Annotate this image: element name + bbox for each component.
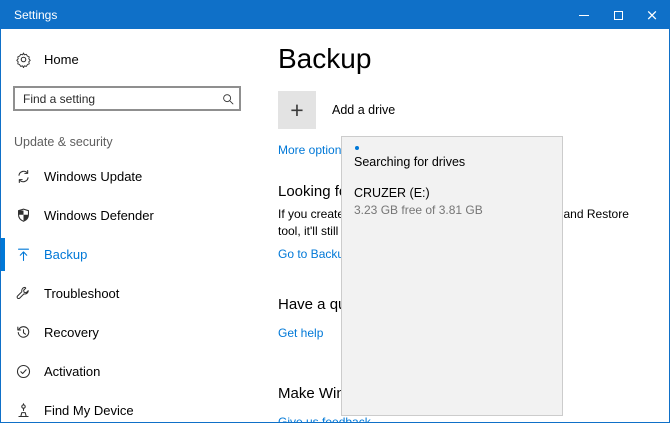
sidebar-item-label: Windows Update: [44, 169, 142, 184]
search-icon[interactable]: [217, 92, 239, 106]
sidebar-item-label: Home: [44, 52, 79, 67]
sidebar-item-label: Recovery: [44, 325, 99, 340]
more-options-link[interactable]: More options: [278, 143, 347, 157]
wrench-icon: [15, 285, 32, 302]
sidebar-item-windows-update[interactable]: Windows Update: [1, 157, 257, 196]
sidebar-item-troubleshoot[interactable]: Troubleshoot: [1, 274, 257, 313]
drive-flyout: Searching for drives CRUZER (E:) 3.23 GB…: [341, 136, 563, 416]
history-icon: [15, 324, 32, 341]
minimize-icon: [579, 15, 589, 16]
drive-list-item[interactable]: CRUZER (E:) 3.23 GB free of 3.81 GB: [342, 181, 562, 222]
shield-icon: [15, 207, 32, 224]
sidebar-item-label: Troubleshoot: [44, 286, 119, 301]
give-us-feedback-link[interactable]: Give us feedback: [278, 415, 371, 423]
close-icon: ×: [646, 8, 659, 23]
sync-icon: [15, 168, 32, 185]
sidebar-item-home[interactable]: Home: [1, 41, 257, 77]
sidebar-item-recovery[interactable]: Recovery: [1, 313, 257, 352]
window-controls: ×: [567, 1, 669, 29]
selected-indicator: [1, 238, 5, 271]
sidebar-item-label: Activation: [44, 364, 100, 379]
sidebar-item-find-my-device[interactable]: Find My Device: [1, 391, 257, 423]
sidebar-item-label: Find My Device: [44, 403, 134, 418]
sidebar-nav: Windows Update Windows Defender Backup: [1, 157, 257, 423]
add-drive-button[interactable]: + Add a drive: [278, 91, 634, 129]
search-input[interactable]: [15, 92, 217, 106]
flyout-status-text: Searching for drives: [354, 155, 465, 169]
sidebar-item-windows-defender[interactable]: Windows Defender: [1, 196, 257, 235]
sidebar-item-backup[interactable]: Backup: [1, 235, 257, 274]
sidebar-item-activation[interactable]: Activation: [1, 352, 257, 391]
maximize-button[interactable]: [601, 1, 635, 29]
settings-window: Settings × Home: [0, 0, 670, 423]
search-box: [13, 86, 241, 111]
window-title: Settings: [1, 8, 57, 22]
plus-icon: +: [278, 91, 316, 129]
sidebar-item-label: Backup: [44, 247, 87, 262]
sidebar-section-label: Update & security: [14, 135, 113, 149]
sidebar-item-label: Windows Defender: [44, 208, 154, 223]
gear-icon: [15, 51, 32, 68]
drive-name: CRUZER (E:): [354, 185, 550, 202]
backup-arrow-icon: [15, 246, 32, 263]
locate-device-icon: [15, 402, 32, 419]
progress-dot-icon: [355, 146, 359, 150]
drive-free-space: 3.23 GB free of 3.81 GB: [354, 202, 550, 218]
add-drive-label: Add a drive: [332, 103, 395, 117]
minimize-button[interactable]: [567, 1, 601, 29]
maximize-icon: [614, 11, 623, 20]
get-help-link[interactable]: Get help: [278, 326, 323, 340]
close-button[interactable]: ×: [635, 1, 669, 29]
page-title: Backup: [278, 42, 634, 76]
checkmark-circle-icon: [15, 363, 32, 380]
sidebar: Home Update & security Windows Upd: [1, 29, 257, 422]
titlebar: Settings ×: [1, 1, 669, 29]
